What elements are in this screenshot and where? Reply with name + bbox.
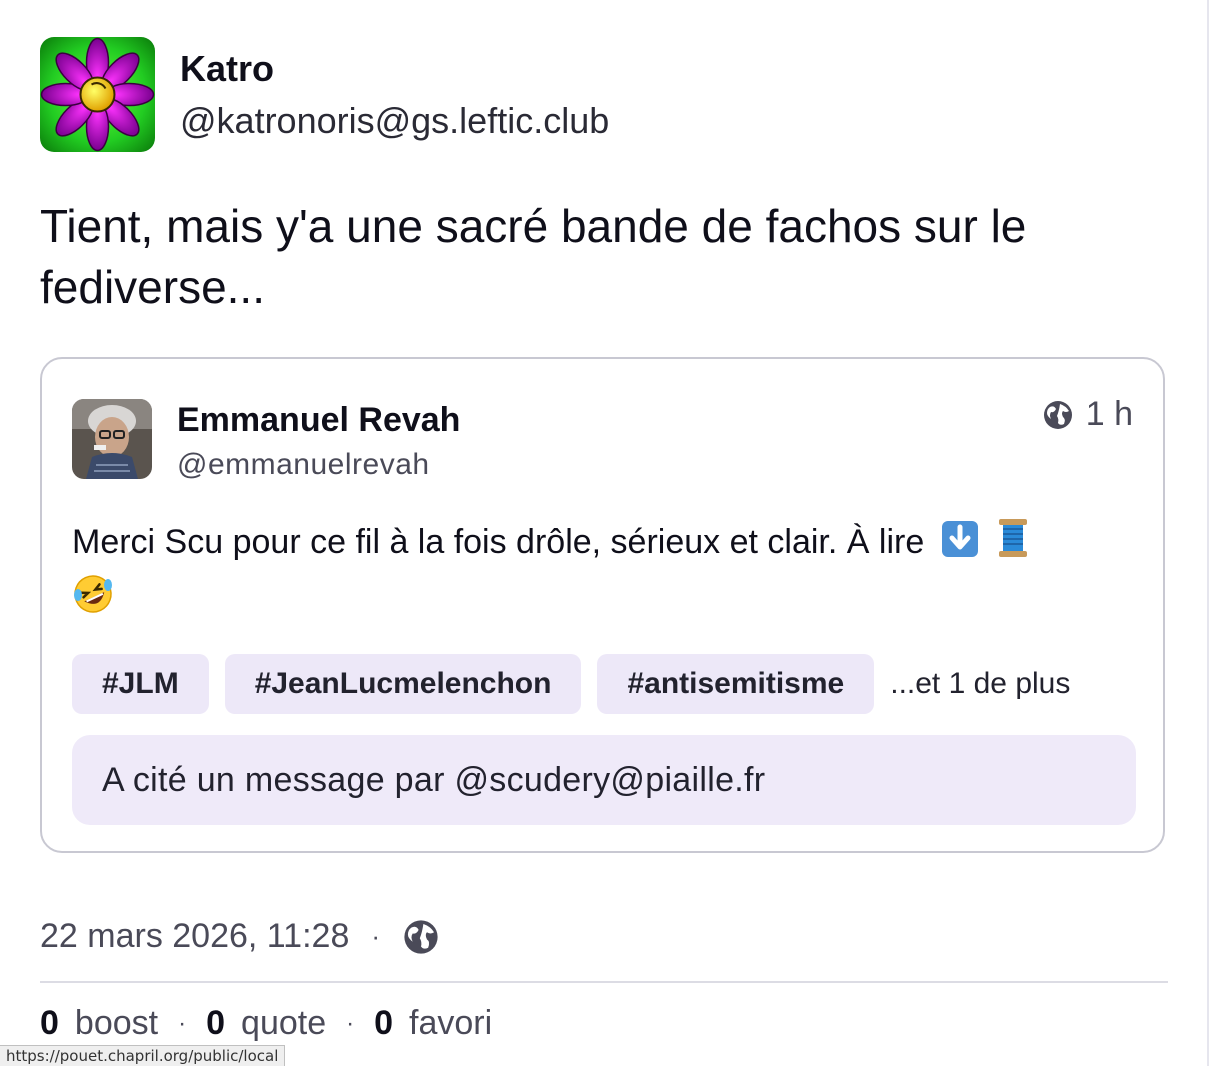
post-stats: 0 boost · 0 quote · 0 favori bbox=[40, 1004, 492, 1043]
quoted-author-handle[interactable]: @emmanuelrevah bbox=[177, 447, 430, 483]
globe-icon bbox=[404, 919, 438, 954]
quote-count[interactable]: 0 bbox=[206, 1004, 225, 1043]
post-timestamp[interactable]: 22 mars 2026, 11:28 bbox=[40, 917, 349, 956]
author-display-name[interactable]: Katro bbox=[180, 47, 609, 91]
quoted-author-display-name[interactable]: Emmanuel Revah bbox=[177, 399, 460, 441]
purple-flower-icon bbox=[40, 37, 155, 152]
quoted-post-tags: #JLM #JeanLucmelenchon #antisemitisme ..… bbox=[72, 654, 1070, 714]
boost-count[interactable]: 0 bbox=[40, 1004, 59, 1043]
person-photo-icon bbox=[72, 399, 152, 479]
quoted-post-text: Merci Scu pour ce fil à la fois drôle, s… bbox=[72, 523, 925, 561]
quoted-post-content: Merci Scu pour ce fil à la fois drôle, s… bbox=[72, 517, 1122, 629]
status-bar-url: https://pouet.chapril.org/public/local bbox=[0, 1045, 286, 1066]
separator-dot: · bbox=[346, 1009, 355, 1037]
hashtag-jlm[interactable]: #JLM bbox=[72, 654, 209, 714]
quoted-author-avatar[interactable] bbox=[72, 399, 152, 479]
quoted-post-card[interactable]: Emmanuel Revah @emmanuelrevah 1 h Merci … bbox=[40, 357, 1165, 853]
down-arrow-emoji bbox=[940, 519, 980, 573]
author-handle[interactable]: @katronoris@gs.leftic.club bbox=[180, 99, 609, 143]
thread-spool-emoji bbox=[995, 517, 1031, 573]
quote-label[interactable]: quote bbox=[241, 1004, 326, 1043]
nested-quote-reference[interactable]: A cité un message par @scudery@piaille.f… bbox=[72, 735, 1136, 825]
favori-label[interactable]: favori bbox=[409, 1004, 492, 1043]
boost-label[interactable]: boost bbox=[75, 1004, 158, 1043]
favori-count[interactable]: 0 bbox=[374, 1004, 393, 1043]
post-timestamp-row: 22 mars 2026, 11:28 · bbox=[40, 917, 440, 956]
quoted-post-time[interactable]: 1 h bbox=[1086, 395, 1133, 434]
separator-dot: · bbox=[178, 1009, 187, 1037]
post-content: Tient, mais y'a une sacré bande de facho… bbox=[40, 200, 1027, 313]
post-author[interactable]: Katro @katronoris@gs.leftic.club bbox=[40, 37, 609, 152]
quoted-post-meta: 1 h bbox=[1042, 395, 1133, 434]
stats-divider bbox=[40, 981, 1168, 983]
globe-icon bbox=[1043, 400, 1072, 429]
more-tags-link[interactable]: ...et 1 de plus bbox=[890, 667, 1070, 701]
hashtag-antisemitisme[interactable]: #antisemitisme bbox=[597, 654, 875, 714]
separator-dot: · bbox=[371, 921, 381, 951]
author-names: Katro @katronoris@gs.leftic.club bbox=[180, 37, 609, 143]
rolling-laughing-emoji bbox=[72, 573, 114, 629]
hashtag-jeanlucmelenchon[interactable]: #JeanLucmelenchon bbox=[224, 654, 582, 714]
author-avatar[interactable] bbox=[40, 37, 155, 152]
